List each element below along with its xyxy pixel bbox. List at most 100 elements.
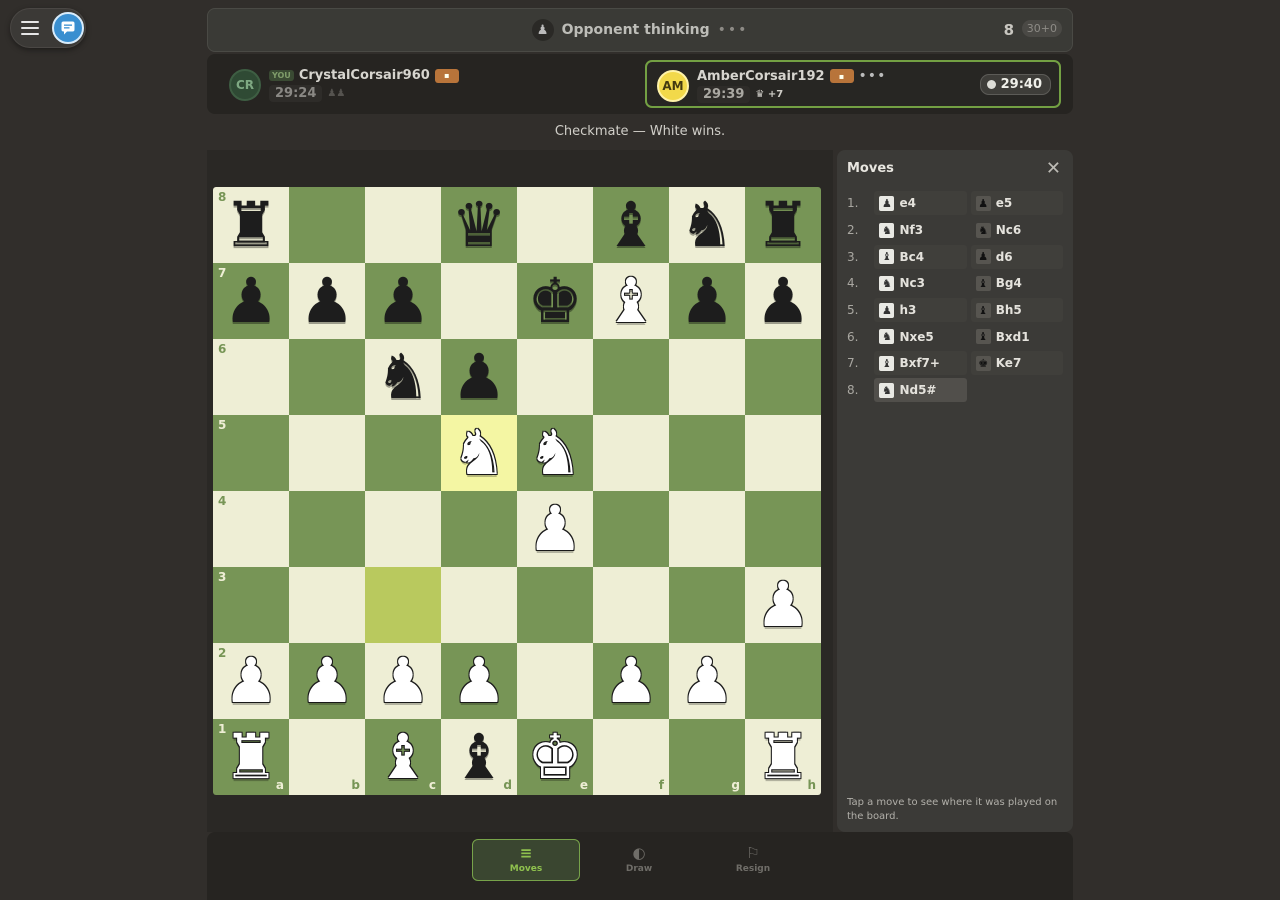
square-f6[interactable] — [593, 339, 669, 415]
square-g3[interactable] — [669, 567, 745, 643]
white-knight-icon[interactable]: ♞ — [451, 422, 507, 484]
black-move[interactable]: ♚ Ke7 — [970, 351, 1063, 376]
square-c1[interactable]: c ♝ — [365, 719, 441, 795]
square-b1[interactable]: b — [289, 719, 365, 795]
square-h2[interactable] — [745, 643, 821, 719]
moves-button[interactable]: ≡ Moves — [472, 839, 580, 881]
square-h6[interactable] — [745, 339, 821, 415]
square-e3[interactable] — [517, 567, 593, 643]
white-knight-icon[interactable]: ♞ — [527, 422, 583, 484]
square-f8[interactable]: ♝ — [593, 187, 669, 263]
square-a3[interactable]: 3 — [213, 567, 289, 643]
square-g8[interactable]: ♞ — [669, 187, 745, 263]
black-move[interactable]: ♟ e5 — [970, 191, 1063, 216]
square-c8[interactable] — [365, 187, 441, 263]
black-knight-icon[interactable]: ♞ — [679, 194, 735, 256]
white-pawn-icon[interactable]: ♟ — [679, 650, 735, 712]
white-pawn-icon[interactable]: ♟ — [755, 574, 811, 636]
square-h4[interactable] — [745, 491, 821, 567]
square-c5[interactable] — [365, 415, 441, 491]
white-pawn-icon[interactable]: ♟ — [527, 498, 583, 560]
square-e7[interactable]: ♚ — [517, 263, 593, 339]
menu-icon[interactable] — [21, 21, 39, 35]
chat-button[interactable] — [52, 12, 84, 44]
white-bishop-icon[interactable]: ♝ — [375, 726, 431, 788]
close-icon[interactable]: ✕ — [1046, 158, 1061, 179]
square-b7[interactable]: ♟ — [289, 263, 365, 339]
black-move[interactable]: ♞ Nc6 — [971, 218, 1063, 242]
white-rook-icon[interactable]: ♜ — [223, 726, 279, 788]
square-d4[interactable] — [441, 491, 517, 567]
square-e8[interactable] — [517, 187, 593, 263]
square-g6[interactable] — [669, 339, 745, 415]
square-g7[interactable]: ♟ — [669, 263, 745, 339]
square-a5[interactable]: 5 — [213, 415, 289, 491]
white-move[interactable]: ♝ Bc4 — [874, 244, 967, 269]
white-bishop-icon[interactable]: ♝ — [603, 270, 659, 332]
white-move[interactable]: ♟ h3 — [874, 298, 967, 323]
white-pawn-icon[interactable]: ♟ — [299, 650, 355, 712]
white-king-icon[interactable]: ♚ — [527, 726, 583, 788]
white-pawn-icon[interactable]: ♟ — [451, 650, 507, 712]
white-move[interactable]: ♞ Nd5# — [874, 378, 967, 403]
black-rook-icon[interactable]: ♜ — [223, 194, 279, 256]
square-g4[interactable] — [669, 491, 745, 567]
black-move[interactable]: ♝ Bh5 — [970, 298, 1063, 323]
black-move[interactable]: ♟ d6 — [970, 244, 1063, 269]
white-move[interactable]: ♞ Nc3 — [874, 271, 966, 295]
black-pawn-icon[interactable]: ♟ — [375, 270, 431, 332]
square-e6[interactable] — [517, 339, 593, 415]
black-king-icon[interactable]: ♚ — [527, 270, 583, 332]
square-d7[interactable] — [441, 263, 517, 339]
square-f7[interactable]: ♝ — [593, 263, 669, 339]
white-rook-icon[interactable]: ♜ — [755, 726, 811, 788]
black-pawn-icon[interactable]: ♟ — [755, 270, 811, 332]
black-move[interactable]: ♝ Bxd1 — [971, 325, 1063, 349]
square-b6[interactable] — [289, 339, 365, 415]
square-f4[interactable] — [593, 491, 669, 567]
square-e5[interactable]: ♞ — [517, 415, 593, 491]
square-g5[interactable] — [669, 415, 745, 491]
square-h3[interactable]: ♟ — [745, 567, 821, 643]
black-knight-icon[interactable]: ♞ — [375, 346, 431, 408]
black-move[interactable]: ♝ Bg4 — [971, 271, 1063, 295]
square-b8[interactable] — [289, 187, 365, 263]
square-f3[interactable] — [593, 567, 669, 643]
black-bishop-icon[interactable]: ♝ — [451, 726, 507, 788]
black-pawn-icon[interactable]: ♟ — [223, 270, 279, 332]
white-pawn-icon[interactable]: ♟ — [375, 650, 431, 712]
white-move[interactable]: ♟ e4 — [874, 191, 967, 216]
square-g1[interactable]: g — [669, 719, 745, 795]
square-b3[interactable] — [289, 567, 365, 643]
square-f5[interactable] — [593, 415, 669, 491]
square-e2[interactable] — [517, 643, 593, 719]
square-c3[interactable] — [365, 567, 441, 643]
black-pawn-icon[interactable]: ♟ — [299, 270, 355, 332]
black-rook-icon[interactable]: ♜ — [755, 194, 811, 256]
square-h1[interactable]: h ♜ — [745, 719, 821, 795]
black-bishop-icon[interactable]: ♝ — [603, 194, 659, 256]
square-c4[interactable] — [365, 491, 441, 567]
white-pawn-icon[interactable]: ♟ — [223, 650, 279, 712]
resign-button[interactable]: ⚐ Resign — [699, 839, 807, 881]
square-f1[interactable]: f — [593, 719, 669, 795]
square-h5[interactable] — [745, 415, 821, 491]
square-d2[interactable]: ♟ — [441, 643, 517, 719]
square-d5[interactable]: ♞ — [441, 415, 517, 491]
square-a4[interactable]: 4 — [213, 491, 289, 567]
square-c2[interactable]: ♟ — [365, 643, 441, 719]
black-pawn-icon[interactable]: ♟ — [679, 270, 735, 332]
more-icon[interactable]: ••• — [859, 68, 887, 84]
square-a8[interactable]: 8 ♜ — [213, 187, 289, 263]
white-pawn-icon[interactable]: ♟ — [603, 650, 659, 712]
square-a6[interactable]: 6 — [213, 339, 289, 415]
square-d6[interactable]: ♟ — [441, 339, 517, 415]
square-a7[interactable]: 7 ♟ — [213, 263, 289, 339]
square-h7[interactable]: ♟ — [745, 263, 821, 339]
white-move[interactable]: ♞ Nf3 — [874, 218, 966, 242]
square-c6[interactable]: ♞ — [365, 339, 441, 415]
square-b2[interactable]: ♟ — [289, 643, 365, 719]
square-h8[interactable]: ♜ — [745, 187, 821, 263]
square-a1[interactable]: 1 a ♜ — [213, 719, 289, 795]
square-c7[interactable]: ♟ — [365, 263, 441, 339]
